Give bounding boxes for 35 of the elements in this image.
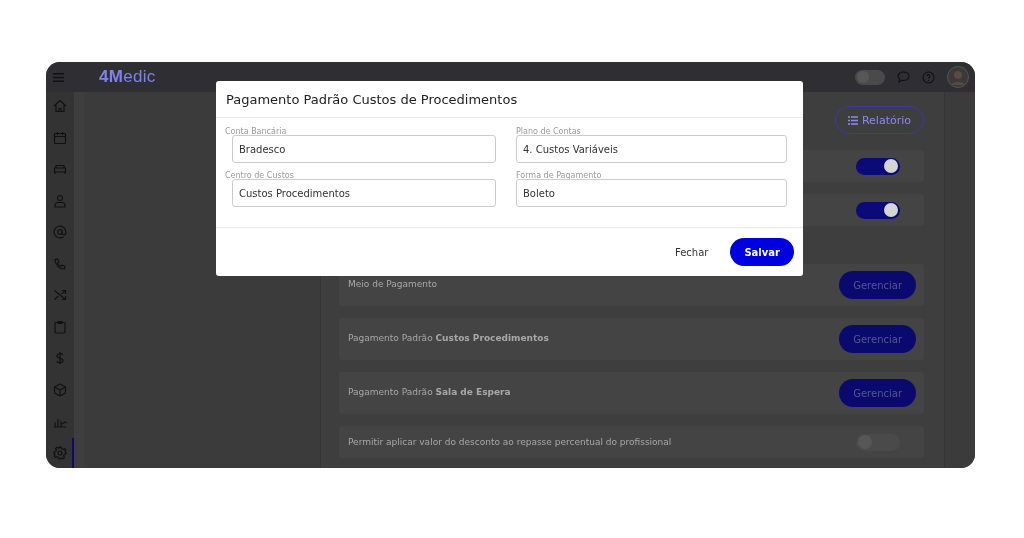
help-icon[interactable] — [922, 70, 935, 84]
setting-label: Pagamento Padrão Sala de Espera — [348, 387, 511, 397]
input-field[interactable]: Boleto — [516, 179, 787, 207]
input-field[interactable]: Custos Procedimentos — [232, 179, 496, 207]
logo: 4Medic — [99, 67, 156, 87]
dollar-icon — [53, 351, 67, 365]
home-icon — [53, 99, 67, 113]
field-label: Forma de Pagamento — [516, 171, 603, 181]
sofa-icon — [53, 162, 67, 176]
toggle-switch[interactable] — [856, 201, 900, 219]
clipboard-icon — [53, 319, 67, 334]
modal-title: Pagamento Padrão Custos de Procedimentos — [216, 81, 803, 118]
field-label: Plano de Contas — [516, 127, 582, 137]
input-field[interactable]: 4. Custos Variáveis — [516, 135, 787, 163]
list-icon — [847, 115, 858, 125]
save-button[interactable]: Salvar — [730, 238, 794, 266]
gear-icon — [53, 445, 67, 460]
chat-icon[interactable] — [897, 71, 910, 83]
setting-label: Pagamento Padrão Custos Procedimentos — [348, 333, 549, 343]
calendar-icon — [53, 130, 67, 145]
phone-icon — [53, 256, 67, 271]
shuffle-icon — [53, 288, 67, 302]
box-icon — [53, 382, 67, 397]
toggle-switch[interactable] — [856, 157, 900, 175]
setting-label: Permitir aplicar valor do desconto ao repasse percentual do profissional — [348, 437, 672, 447]
at-icon — [53, 225, 67, 239]
toggle-switch[interactable] — [855, 69, 885, 85]
person-icon — [53, 193, 67, 208]
setting-label: Meio de Pagamento — [348, 279, 438, 289]
avatar-icon[interactable] — [947, 66, 969, 88]
menu-icon[interactable] — [52, 71, 65, 83]
field-label: Centro de Custos — [225, 171, 295, 181]
input-field[interactable]: Bradesco — [232, 135, 496, 163]
close-button[interactable]: Fechar — [667, 240, 717, 264]
field-label: Conta Bancária — [225, 127, 288, 137]
